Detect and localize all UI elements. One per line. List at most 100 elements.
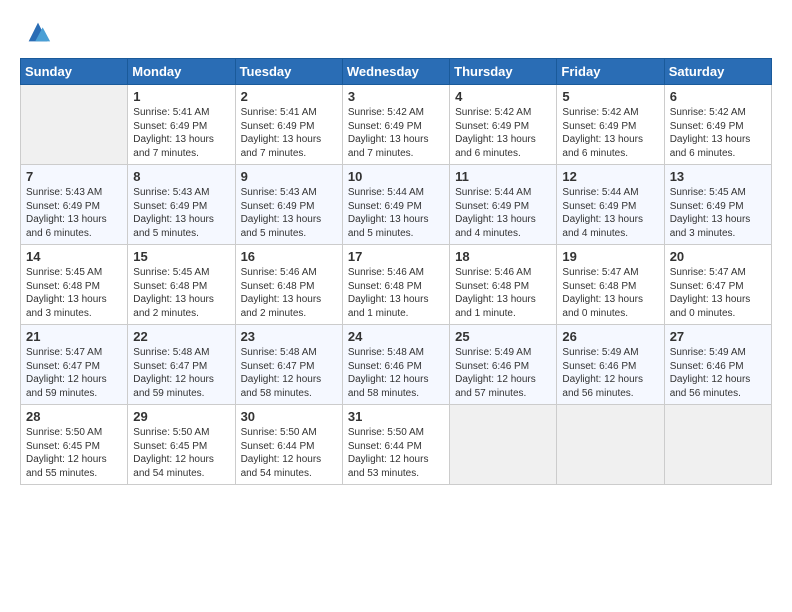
cell-info: Sunrise: 5:46 AMSunset: 6:48 PMDaylight:… [455, 266, 551, 320]
calendar-cell: 9 Sunrise: 5:43 AMSunset: 6:49 PMDaylight… [235, 165, 342, 245]
day-number: 7 [26, 169, 122, 184]
calendar-cell: 24 Sunrise: 5:48 AMSunset: 6:46 PMDayligh… [342, 325, 449, 405]
cell-info: Sunrise: 5:50 AMSunset: 6:44 PMDaylight:… [348, 426, 444, 480]
day-number: 14 [26, 249, 122, 264]
calendar-cell: 1 Sunrise: 5:41 AMSunset: 6:49 PMDaylight… [128, 85, 235, 165]
calendar-cell: 17Sunrise: 5:46 AMSunset: 6:48 PMDayligh… [342, 245, 449, 325]
calendar-cell: 16Sunrise: 5:46 AMSunset: 6:48 PMDayligh… [235, 245, 342, 325]
cell-info: Sunrise: 5:50 AMSunset: 6:45 PMDaylight:… [133, 426, 229, 480]
calendar-cell: 5 Sunrise: 5:42 AMSunset: 6:49 PMDaylight… [557, 85, 664, 165]
calendar-cell: 28 Sunrise: 5:50 AMSunset: 6:45 PMDayligh… [21, 405, 128, 485]
cell-info: Sunrise: 5:44 AMSunset: 6:49 PMDaylight:… [348, 186, 444, 240]
day-number: 1 [133, 89, 229, 104]
day-number: 5 [562, 89, 658, 104]
calendar-cell: 3 Sunrise: 5:42 AMSunset: 6:49 PMDaylight… [342, 85, 449, 165]
calendar-header: SundayMondayTuesdayWednesdayThursdayFrid… [21, 59, 772, 85]
cell-info: Sunrise: 5:48 AMSunset: 6:47 PMDaylight:… [241, 346, 337, 400]
header [20, 18, 772, 46]
calendar-cell: 13 Sunrise: 5:45 AMSunset: 6:49 PMDayligh… [664, 165, 771, 245]
weekday-thursday: Thursday [450, 59, 557, 85]
day-number: 8 [133, 169, 229, 184]
day-number: 9 [241, 169, 337, 184]
calendar-cell: 12 Sunrise: 5:44 AMSunset: 6:49 PMDayligh… [557, 165, 664, 245]
day-number: 2 [241, 89, 337, 104]
cell-info: Sunrise: 5:47 AMSunset: 6:47 PMDaylight:… [670, 266, 766, 320]
calendar-cell [557, 405, 664, 485]
cell-info: Sunrise: 5:48 AMSunset: 6:46 PMDaylight:… [348, 346, 444, 400]
calendar-cell [21, 85, 128, 165]
calendar-cell: 29 Sunrise: 5:50 AMSunset: 6:45 PMDayligh… [128, 405, 235, 485]
calendar-cell: 10 Sunrise: 5:44 AMSunset: 6:49 PMDayligh… [342, 165, 449, 245]
calendar-cell: 25Sunrise: 5:49 AMSunset: 6:46 PMDayligh… [450, 325, 557, 405]
cell-info: Sunrise: 5:42 AMSunset: 6:49 PMDaylight:… [455, 106, 551, 160]
day-number: 29 [133, 409, 229, 424]
week-row-4: 21 Sunrise: 5:47 AMSunset: 6:47 PMDayligh… [21, 325, 772, 405]
day-number: 4 [455, 89, 551, 104]
day-number: 28 [26, 409, 122, 424]
day-number: 10 [348, 169, 444, 184]
calendar-cell: 7Sunrise: 5:43 AMSunset: 6:49 PMDaylight… [21, 165, 128, 245]
cell-info: Sunrise: 5:42 AMSunset: 6:49 PMDaylight:… [348, 106, 444, 160]
day-number: 6 [670, 89, 766, 104]
weekday-sunday: Sunday [21, 59, 128, 85]
day-number: 16 [241, 249, 337, 264]
cell-info: Sunrise: 5:44 AMSunset: 6:49 PMDaylight:… [455, 186, 551, 240]
calendar-body: 1 Sunrise: 5:41 AMSunset: 6:49 PMDaylight… [21, 85, 772, 485]
day-number: 20 [670, 249, 766, 264]
cell-info: Sunrise: 5:43 AMSunset: 6:49 PMDaylight:… [241, 186, 337, 240]
cell-info: Sunrise: 5:49 AMSunset: 6:46 PMDaylight:… [670, 346, 766, 400]
day-number: 30 [241, 409, 337, 424]
calendar-cell: 19 Sunrise: 5:47 AMSunset: 6:48 PMDayligh… [557, 245, 664, 325]
cell-info: Sunrise: 5:50 AMSunset: 6:44 PMDaylight:… [241, 426, 337, 480]
cell-info: Sunrise: 5:45 AMSunset: 6:48 PMDaylight:… [133, 266, 229, 320]
cell-info: Sunrise: 5:46 AMSunset: 6:48 PMDaylight:… [348, 266, 444, 320]
day-number: 19 [562, 249, 658, 264]
calendar-cell: 4 Sunrise: 5:42 AMSunset: 6:49 PMDaylight… [450, 85, 557, 165]
week-row-2: 7 Sunrise: 5:43 AMSunset: 6:49 PMDaylight… [21, 165, 772, 245]
calendar-cell: 20 Sunrise: 5:47 AMSunset: 6:47 PMDayligh… [664, 245, 771, 325]
cell-info: Sunrise: 5:42 AMSunset: 6:49 PMDaylight:… [562, 106, 658, 160]
calendar-cell: 23 Sunrise: 5:48 AMSunset: 6:47 PMDayligh… [235, 325, 342, 405]
day-number: 31 [348, 409, 444, 424]
day-number: 24 [348, 329, 444, 344]
logo-icon [24, 18, 52, 46]
cell-info: Sunrise: 5:47 AMSunset: 6:47 PMDaylight:… [26, 346, 122, 400]
cell-info: Sunrise: 5:49 AMSunset: 6:46 PMDaylight:… [455, 346, 551, 400]
day-number: 15 [133, 249, 229, 264]
day-number: 13 [670, 169, 766, 184]
calendar-cell: 31 Sunrise: 5:50 AMSunset: 6:44 PMDayligh… [342, 405, 449, 485]
weekday-wednesday: Wednesday [342, 59, 449, 85]
calendar-cell: 14Sunrise: 5:45 AMSunset: 6:48 PMDayligh… [21, 245, 128, 325]
calendar-cell: 18Sunrise: 5:46 AMSunset: 6:48 PMDayligh… [450, 245, 557, 325]
calendar-cell: 2 Sunrise: 5:41 AMSunset: 6:49 PMDaylight… [235, 85, 342, 165]
calendar-cell [450, 405, 557, 485]
cell-info: Sunrise: 5:50 AMSunset: 6:45 PMDaylight:… [26, 426, 122, 480]
calendar-cell [664, 405, 771, 485]
calendar-cell: 21 Sunrise: 5:47 AMSunset: 6:47 PMDayligh… [21, 325, 128, 405]
calendar: SundayMondayTuesdayWednesdayThursdayFrid… [20, 58, 772, 485]
day-number: 22 [133, 329, 229, 344]
cell-info: Sunrise: 5:48 AMSunset: 6:47 PMDaylight:… [133, 346, 229, 400]
day-number: 3 [348, 89, 444, 104]
cell-info: Sunrise: 5:44 AMSunset: 6:49 PMDaylight:… [562, 186, 658, 240]
week-row-3: 14 Sunrise: 5:45 AMSunset: 6:48 PMDayligh… [21, 245, 772, 325]
day-number: 12 [562, 169, 658, 184]
day-number: 21 [26, 329, 122, 344]
calendar-cell: 11 Sunrise: 5:44 AMSunset: 6:49 PMDayligh… [450, 165, 557, 245]
calendar-cell: 26Sunrise: 5:49 AMSunset: 6:46 PMDayligh… [557, 325, 664, 405]
week-row-1: 1 Sunrise: 5:41 AMSunset: 6:49 PMDaylight… [21, 85, 772, 165]
weekday-friday: Friday [557, 59, 664, 85]
calendar-cell: 27Sunrise: 5:49 AMSunset: 6:46 PMDayligh… [664, 325, 771, 405]
day-number: 23 [241, 329, 337, 344]
cell-info: Sunrise: 5:45 AMSunset: 6:49 PMDaylight:… [670, 186, 766, 240]
weekday-tuesday: Tuesday [235, 59, 342, 85]
cell-info: Sunrise: 5:47 AMSunset: 6:48 PMDaylight:… [562, 266, 658, 320]
calendar-cell: 8Sunrise: 5:43 AMSunset: 6:49 PMDaylight… [128, 165, 235, 245]
calendar-cell: 6Sunrise: 5:42 AMSunset: 6:49 PMDaylight… [664, 85, 771, 165]
cell-info: Sunrise: 5:41 AMSunset: 6:49 PMDaylight:… [133, 106, 229, 160]
page: SundayMondayTuesdayWednesdayThursdayFrid… [0, 0, 792, 495]
day-number: 11 [455, 169, 551, 184]
week-row-5: 28 Sunrise: 5:50 AMSunset: 6:45 PMDayligh… [21, 405, 772, 485]
cell-info: Sunrise: 5:41 AMSunset: 6:49 PMDaylight:… [241, 106, 337, 160]
weekday-monday: Monday [128, 59, 235, 85]
